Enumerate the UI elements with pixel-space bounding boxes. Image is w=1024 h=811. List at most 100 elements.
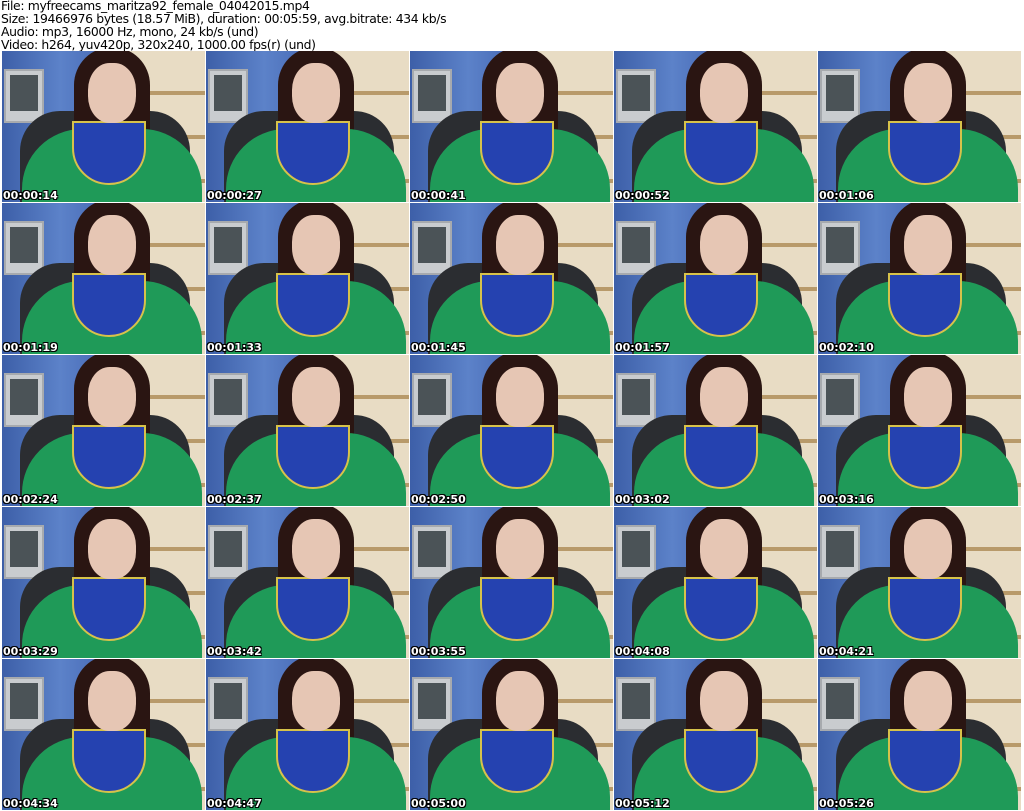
monitor-image xyxy=(4,221,44,275)
video-info: Video: h264, yuv420p, 320x240, 1000.00 f… xyxy=(1,37,316,52)
video-thumbnail: 00:03:42 xyxy=(206,507,409,658)
video-thumbnail: 00:03:55 xyxy=(410,507,613,658)
face-image xyxy=(88,367,136,427)
face-image xyxy=(292,215,340,275)
face-image xyxy=(88,215,136,275)
face-image xyxy=(496,215,544,275)
timestamp: 00:05:00 xyxy=(411,797,466,810)
face-image xyxy=(904,215,952,275)
timestamp: 00:03:29 xyxy=(3,645,58,658)
monitor-image xyxy=(208,373,248,427)
face-image xyxy=(904,519,952,579)
face-image xyxy=(700,519,748,579)
timestamp: 00:02:10 xyxy=(819,341,874,354)
video-thumbnail: 00:04:34 xyxy=(2,659,205,810)
face-image xyxy=(292,519,340,579)
timestamp: 00:03:55 xyxy=(411,645,466,658)
timestamp: 00:01:06 xyxy=(819,189,874,202)
video-thumbnail: 00:02:37 xyxy=(206,355,409,506)
video-thumbnail: 00:05:00 xyxy=(410,659,613,810)
video-thumbnail: 00:00:41 xyxy=(410,51,613,202)
face-image xyxy=(700,215,748,275)
face-image xyxy=(904,671,952,731)
monitor-image xyxy=(616,677,656,731)
video-thumbnail: 00:00:27 xyxy=(206,51,409,202)
timestamp: 00:05:12 xyxy=(615,797,670,810)
monitor-image xyxy=(208,221,248,275)
timestamp: 00:02:24 xyxy=(3,493,58,506)
face-image xyxy=(700,671,748,731)
monitor-image xyxy=(4,69,44,123)
timestamp: 00:00:14 xyxy=(3,189,58,202)
video-thumbnail: 00:00:52 xyxy=(614,51,817,202)
video-thumbnail: 00:02:50 xyxy=(410,355,613,506)
face-image xyxy=(700,63,748,123)
timestamp: 00:01:57 xyxy=(615,341,670,354)
thumbnail-grid: 00:00:14 00:00:27 00:00:41 00:00:52 00:01:06… xyxy=(2,51,1021,810)
monitor-image xyxy=(412,677,452,731)
face-image xyxy=(496,671,544,731)
face-image xyxy=(292,63,340,123)
timestamp: 00:03:02 xyxy=(615,493,670,506)
monitor-image xyxy=(208,677,248,731)
video-thumbnail: 00:03:29 xyxy=(2,507,205,658)
video-thumbnail: 00:01:06 xyxy=(818,51,1021,202)
video-thumbnail: 00:01:45 xyxy=(410,203,613,354)
monitor-image xyxy=(412,69,452,123)
file-info-header: File: myfreecams_maritza92_female_040420… xyxy=(1,0,447,52)
monitor-image xyxy=(412,525,452,579)
monitor-image xyxy=(4,525,44,579)
timestamp: 00:01:33 xyxy=(207,341,262,354)
monitor-image xyxy=(412,373,452,427)
face-image xyxy=(496,367,544,427)
face-image xyxy=(496,63,544,123)
timestamp: 00:04:47 xyxy=(207,797,262,810)
timestamp: 00:02:50 xyxy=(411,493,466,506)
monitor-image xyxy=(820,373,860,427)
timestamp: 00:00:41 xyxy=(411,189,466,202)
video-thumbnail: 00:00:14 xyxy=(2,51,205,202)
video-thumbnail: 00:04:08 xyxy=(614,507,817,658)
face-image xyxy=(292,671,340,731)
video-thumbnail: 00:05:26 xyxy=(818,659,1021,810)
timestamp: 00:04:21 xyxy=(819,645,874,658)
timestamp: 00:00:52 xyxy=(615,189,670,202)
monitor-image xyxy=(820,221,860,275)
monitor-image xyxy=(208,525,248,579)
face-image xyxy=(496,519,544,579)
face-image xyxy=(904,63,952,123)
video-thumbnail: 00:03:02 xyxy=(614,355,817,506)
video-thumbnail: 00:02:10 xyxy=(818,203,1021,354)
video-thumbnail: 00:05:12 xyxy=(614,659,817,810)
video-thumbnail: 00:01:57 xyxy=(614,203,817,354)
monitor-image xyxy=(616,525,656,579)
face-image xyxy=(292,367,340,427)
face-image xyxy=(700,367,748,427)
monitor-image xyxy=(208,69,248,123)
monitor-image xyxy=(4,373,44,427)
timestamp: 00:03:42 xyxy=(207,645,262,658)
video-thumbnail: 00:01:33 xyxy=(206,203,409,354)
video-thumbnail: 00:01:19 xyxy=(2,203,205,354)
face-image xyxy=(88,671,136,731)
monitor-image xyxy=(616,221,656,275)
timestamp: 00:02:37 xyxy=(207,493,262,506)
timestamp: 00:04:34 xyxy=(3,797,58,810)
monitor-image xyxy=(616,69,656,123)
timestamp: 00:04:08 xyxy=(615,645,670,658)
video-thumbnail: 00:04:21 xyxy=(818,507,1021,658)
monitor-image xyxy=(616,373,656,427)
face-image xyxy=(88,519,136,579)
video-thumbnail: 00:03:16 xyxy=(818,355,1021,506)
monitor-image xyxy=(820,525,860,579)
timestamp: 00:01:19 xyxy=(3,341,58,354)
timestamp: 00:05:26 xyxy=(819,797,874,810)
face-image xyxy=(88,63,136,123)
video-thumbnail: 00:04:47 xyxy=(206,659,409,810)
face-image xyxy=(904,367,952,427)
video-thumbnail: 00:02:24 xyxy=(2,355,205,506)
monitor-image xyxy=(820,69,860,123)
timestamp: 00:01:45 xyxy=(411,341,466,354)
monitor-image xyxy=(412,221,452,275)
monitor-image xyxy=(4,677,44,731)
